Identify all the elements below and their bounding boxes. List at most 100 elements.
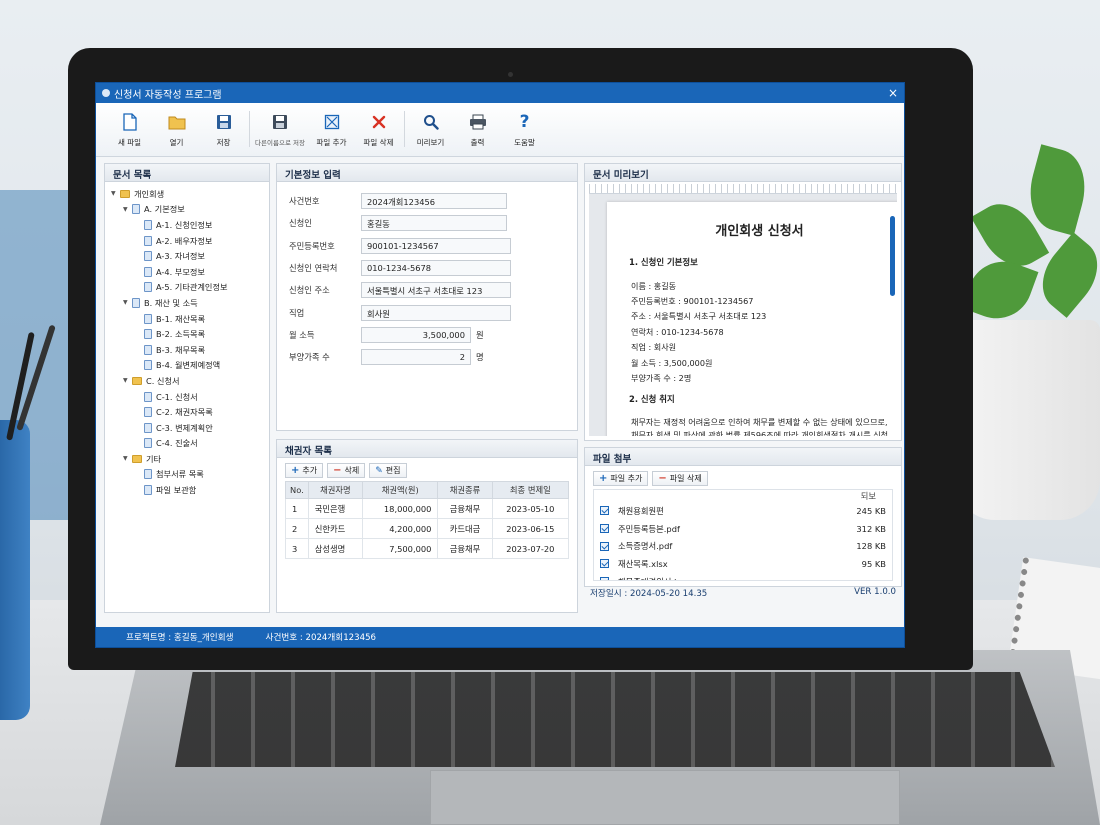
preview-line: 이름 : 홍길동: [631, 280, 677, 291]
tree-item[interactable]: A-4. 부모정보: [111, 264, 263, 280]
document-icon: [144, 266, 152, 277]
edit-creditor-button[interactable]: ✎ 편집: [369, 463, 407, 478]
new-file-button[interactable]: 새 파일: [106, 111, 153, 148]
attachment-size: 245 KB: [856, 505, 886, 516]
tree-item[interactable]: 파일 보관함: [111, 482, 263, 498]
search-icon: [423, 111, 439, 133]
close-icon[interactable]: ×: [888, 86, 898, 100]
case-no-label: 사건번호: [289, 196, 320, 207]
attachment-item[interactable]: 재산목록.xlsx 95 KB: [594, 555, 892, 573]
tree-item[interactable]: A-5. 기타관계인정보: [111, 280, 263, 296]
chevron-down-icon[interactable]: ▼: [111, 190, 120, 197]
pens: [0, 324, 56, 441]
creditors-panel-title: 채권자 목록: [277, 440, 577, 458]
rrn-input[interactable]: 900101-1234567: [361, 237, 511, 254]
save-label: 저장: [216, 138, 231, 147]
address-input[interactable]: 서울특별시 서초구 서초대로 123: [361, 282, 511, 299]
column-header[interactable]: 채권액(원): [362, 481, 439, 499]
attach-add-label: 파일 추가: [610, 474, 643, 483]
preview-label: 미리보기: [416, 138, 445, 147]
table-cell: 2023-05-10: [491, 498, 570, 519]
case-no-input[interactable]: 2024개회123456: [361, 193, 507, 210]
attachment-size: 312 KB: [856, 523, 886, 534]
tree-item[interactable]: B-3. 채무목록: [111, 342, 263, 358]
tree-item[interactable]: C-1. 신청서: [111, 389, 263, 405]
delete-file-button[interactable]: 파일 삭제: [355, 111, 402, 148]
attachment-checkbox[interactable]: [600, 541, 609, 551]
tree-item[interactable]: C-3. 변제계획안: [111, 420, 263, 436]
name-input[interactable]: 홍길동: [361, 215, 507, 232]
phone-input[interactable]: 010-1234-5678: [361, 260, 511, 277]
document-icon: [144, 282, 152, 293]
column-header[interactable]: No.: [285, 481, 309, 499]
attachment-checkbox[interactable]: [600, 506, 609, 516]
tree-item-label: A. 기본정보: [144, 204, 185, 215]
preview-button[interactable]: 미리보기: [407, 111, 454, 148]
attachment-name: 소득증명서.pdf: [618, 541, 673, 552]
attach-delete-button[interactable]: − 파일 삭제: [652, 471, 708, 486]
tree-item-label: B-3. 채무목록: [156, 344, 206, 355]
add-creditor-button[interactable]: + 추가: [285, 463, 324, 478]
delete-creditor-button[interactable]: − 삭제: [327, 463, 366, 478]
tree-item[interactable]: A-2. 배우자정보: [111, 233, 263, 249]
income-input[interactable]: 3,500,000: [361, 326, 471, 343]
preview-scrollbar[interactable]: [890, 216, 895, 296]
tree-item[interactable]: ▼ B. 재산 및 소득: [111, 295, 263, 311]
column-header[interactable]: 채권자명: [307, 481, 364, 499]
save-as-button[interactable]: 다른이름으로 저장: [252, 111, 308, 147]
attachment-item[interactable]: 채무증대경위서.hwp: [594, 573, 892, 580]
tree-item[interactable]: ▼ C. 신청서: [111, 373, 263, 389]
size-column-header: 되보: [860, 491, 876, 501]
add-file-icon: [324, 111, 340, 133]
table-row[interactable]: 1 국민은행 18,000,000 금융채무 2023-05-10: [285, 498, 570, 519]
column-header[interactable]: 채권종류: [437, 481, 493, 499]
attachment-item[interactable]: 채원용회원편 245 KB: [594, 502, 892, 520]
job-input[interactable]: 회사원: [361, 304, 511, 321]
table-row[interactable]: 3 삼성생명 7,500,000 금융채무 2023-07-20: [285, 538, 570, 559]
print-button[interactable]: 출력: [454, 111, 501, 148]
tree-item[interactable]: B-4. 월변제예정액: [111, 358, 263, 374]
tree-item[interactable]: ▼ 기타: [111, 451, 263, 467]
creditors-buttons: + 추가 − 삭제 ✎ 편집: [277, 458, 577, 481]
attachment-item[interactable]: 소득증명서.pdf 128 KB: [594, 537, 892, 555]
chevron-down-icon[interactable]: ▼: [123, 299, 132, 306]
table-cell: 신한카드: [307, 518, 364, 539]
chevron-down-icon[interactable]: ▼: [123, 377, 132, 384]
dependents-label: 부양가족 수: [289, 352, 330, 363]
preview-document-area: 개인회생 신청서 1. 신청인 기본정보 이름 : 홍길동 주민등록번호 : 90…: [589, 194, 897, 436]
attachment-name: 재산목록.xlsx: [618, 558, 668, 569]
tree-item[interactable]: B-1. 재산목록: [111, 311, 263, 327]
tree-item[interactable]: B-2. 소득목록: [111, 326, 263, 342]
tree-item[interactable]: A-3. 자녀정보: [111, 248, 263, 264]
chevron-down-icon[interactable]: ▼: [123, 206, 132, 213]
tree-item-label: C-2. 채권자목록: [156, 407, 213, 418]
help-button[interactable]: ? 도움말: [501, 111, 548, 148]
preview-line: 주민등록번호 : 900101-1234567: [631, 296, 754, 307]
open-button[interactable]: 열기: [153, 111, 200, 148]
table-cell: 18,000,000: [362, 498, 439, 519]
save-button[interactable]: 저장: [200, 111, 247, 148]
dependents-input[interactable]: 2: [361, 349, 471, 366]
save-info-row: 저장일시 : 2024-05-20 14.35 VER 1.0.0: [584, 587, 902, 599]
attachment-size: 128 KB: [856, 541, 886, 552]
tree-item[interactable]: ▼ A. 기본정보: [111, 202, 263, 218]
tree-item[interactable]: C-4. 진술서: [111, 436, 263, 452]
tree-item[interactable]: 첨부서류 목록: [111, 467, 263, 483]
save-icon: [216, 111, 232, 133]
tree-item[interactable]: ▼ 개인회생: [111, 186, 263, 202]
tree-item[interactable]: A-1. 신청인정보: [111, 217, 263, 233]
attach-add-button[interactable]: + 파일 추가: [593, 471, 649, 486]
column-header[interactable]: 최종 변제일: [491, 481, 570, 499]
attachment-checkbox[interactable]: [600, 559, 609, 569]
document-icon: [144, 422, 152, 433]
table-row[interactable]: 2 신한카드 4,200,000 카드대금 2023-06-15: [285, 518, 570, 539]
chevron-down-icon[interactable]: ▼: [123, 455, 132, 462]
tree-item[interactable]: C-2. 채권자목록: [111, 404, 263, 420]
version: VER 1.0.0: [854, 587, 896, 597]
add-file-label: 파일 추가: [316, 138, 347, 147]
attachment-checkbox[interactable]: [600, 577, 609, 580]
attachment-item[interactable]: 주민등록등본.pdf 312 KB: [594, 520, 892, 538]
attachment-checkbox[interactable]: [600, 524, 609, 534]
add-file-button[interactable]: 파일 추가: [308, 111, 355, 148]
table-cell: 3: [285, 538, 309, 559]
